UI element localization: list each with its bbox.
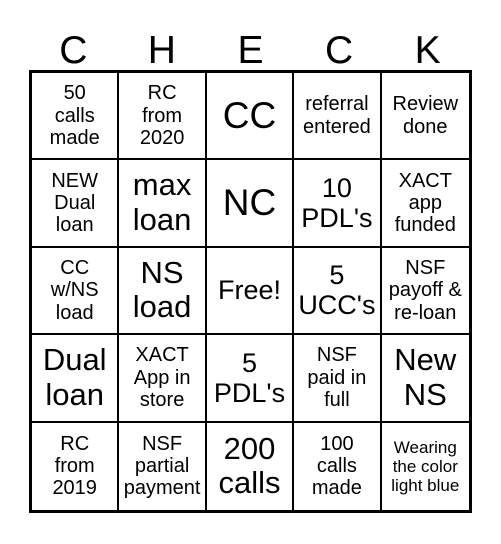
bingo-cell-r3c1[interactable]: CC w/NS load <box>32 247 120 336</box>
bingo-cell-label: 50 calls made <box>49 82 100 149</box>
bingo-cell-r3c4[interactable]: 5 UCC's <box>294 247 382 336</box>
bingo-cell-r5c1[interactable]: RC from 2019 <box>32 422 120 510</box>
bingo-cell-label: Wearing the color light blue <box>391 437 460 495</box>
bingo-cell-label: RC from 2020 <box>139 82 185 149</box>
bingo-cell-label: 10 PDL's <box>301 172 373 234</box>
bingo-header-letter-4: K <box>414 29 441 72</box>
bingo-header-letter-2: E <box>237 29 264 72</box>
bingo-header-letter-0: C <box>59 29 88 72</box>
bingo-header-letter-1: H <box>147 29 176 72</box>
bingo-cell-label: 100 calls made <box>311 432 362 500</box>
bingo-cell-label: Dual loan <box>42 342 107 412</box>
bingo-cell-r4c1[interactable]: Dual loan <box>32 335 120 423</box>
bingo-cell-r3c3[interactable]: Free! <box>206 247 295 336</box>
bingo-header: CHECK <box>29 12 472 70</box>
bingo-cell-label: Free! <box>217 275 281 306</box>
bingo-cell-r1c4[interactable]: referral entered <box>294 73 382 161</box>
bingo-cell-r4c5[interactable]: New NS <box>381 335 469 423</box>
bingo-cell-r5c3[interactable]: 200 calls <box>206 422 295 510</box>
bingo-cell-label: referral entered <box>302 93 371 138</box>
bingo-cell-r5c4[interactable]: 100 calls made <box>294 422 382 510</box>
bingo-cell-label: CC w/NS load <box>50 256 99 324</box>
bingo-cell-r5c2[interactable]: NSF partial payment <box>119 422 207 510</box>
bingo-cell-label: NSF paid in full <box>307 344 367 412</box>
bingo-cell-r2c2[interactable]: max loan <box>119 160 207 248</box>
bingo-cell-label: CC <box>222 94 277 136</box>
bingo-cell-label: NS load <box>132 254 192 325</box>
bingo-cell-r2c1[interactable]: NEW Dual loan <box>32 160 120 248</box>
bingo-cell-r5c5[interactable]: Wearing the color light blue <box>381 422 469 510</box>
bingo-cell-r4c2[interactable]: XACT App in store <box>119 335 207 423</box>
bingo-cell-label: XACT app funded <box>394 169 456 237</box>
bingo-cell-label: New NS <box>394 342 457 412</box>
bingo-cell-label: NC <box>222 182 277 224</box>
bingo-cell-r2c5[interactable]: XACT app funded <box>381 160 469 248</box>
bingo-grid: 50 calls made RC from 2020 CC referral entered Re… <box>29 70 472 513</box>
bingo-cell-label: max loan <box>132 167 192 238</box>
bingo-cell-label: RC from 2019 <box>52 432 97 500</box>
bingo-cell-r1c1[interactable]: 50 calls made <box>32 73 120 161</box>
bingo-cell-r1c3[interactable]: CC <box>206 73 295 161</box>
bingo-cell-r1c2[interactable]: RC from 2020 <box>119 73 207 161</box>
bingo-card: C H E C K 50 calls made RC from 2020 CC referral ent… <box>0 0 501 544</box>
bingo-cell-label: XACT App in store <box>133 344 191 412</box>
bingo-cell-label: 200 calls <box>218 430 281 501</box>
bingo-cell-label: Review done <box>392 93 459 138</box>
bingo-cell-r1c5[interactable]: Review done <box>381 73 469 161</box>
bingo-cell-r4c3[interactable]: 5 PDL's <box>206 335 295 423</box>
bingo-cell-r3c5[interactable]: NSF payoff & re-loan <box>381 247 469 336</box>
bingo-cell-label: NSF partial payment <box>123 432 201 500</box>
bingo-cell-label: NSF payoff & re-loan <box>388 256 462 324</box>
bingo-cell-label: 5 UCC's <box>298 260 376 321</box>
bingo-cell-r4c4[interactable]: NSF paid in full <box>294 335 382 423</box>
bingo-cell-label: 5 PDL's <box>213 347 286 408</box>
bingo-cell-r2c4[interactable]: 10 PDL's <box>294 160 382 248</box>
bingo-cell-r3c2[interactable]: NS load <box>119 247 207 336</box>
bingo-cell-label: NEW Dual loan <box>51 169 99 237</box>
bingo-cell-r2c3[interactable]: NC <box>206 160 295 248</box>
bingo-header-letter-3: C <box>324 29 354 72</box>
